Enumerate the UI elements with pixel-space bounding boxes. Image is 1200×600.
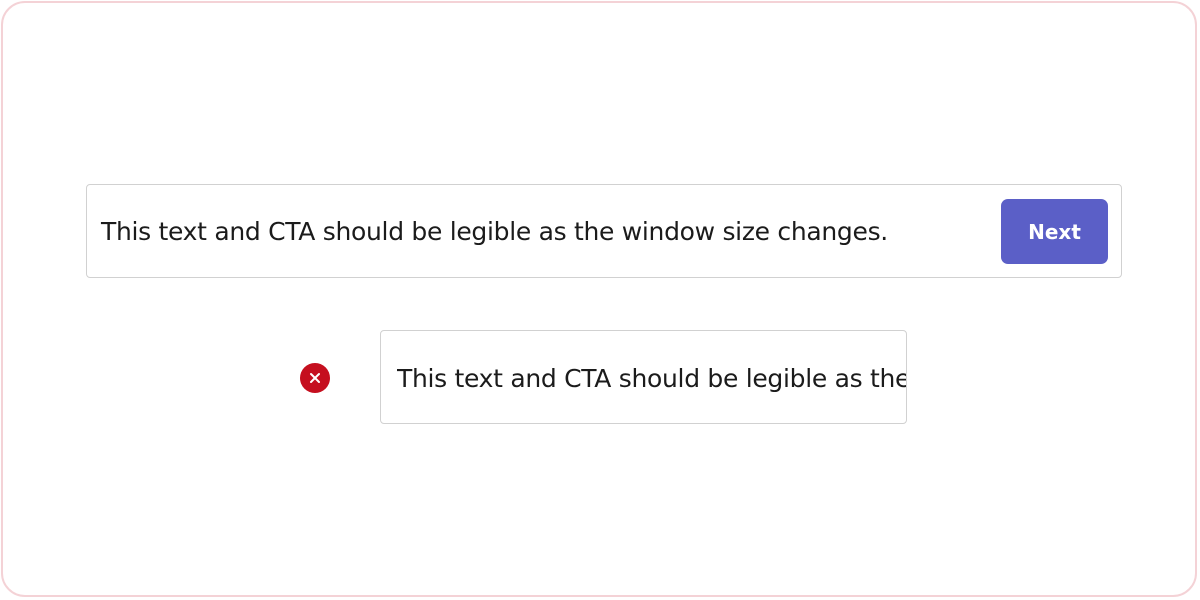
close-icon: [310, 373, 320, 383]
legible-message-text: This text and CTA should be legible as t…: [101, 217, 888, 246]
legible-message-card: This text and CTA should be legible as t…: [86, 184, 1122, 278]
truncated-message-card: This text and CTA should be legible as t…: [380, 330, 907, 424]
example-frame: This text and CTA should be legible as t…: [1, 1, 1197, 597]
truncated-message-clip: This text and CTA should be legible as t…: [397, 331, 906, 423]
error-icon: [300, 363, 330, 393]
truncated-message-text: This text and CTA should be legible as t…: [397, 364, 906, 393]
next-button[interactable]: Next: [1001, 199, 1108, 264]
